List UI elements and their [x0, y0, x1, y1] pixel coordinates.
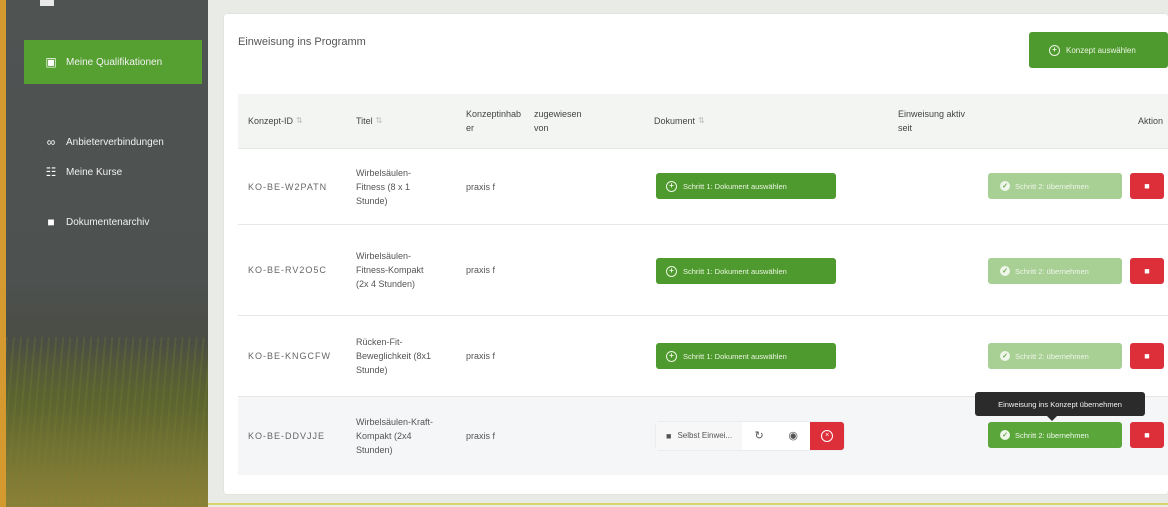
trash-icon: ■ — [1144, 351, 1150, 361]
main-card: Einweisung ins Programm + Konzept auswäh… — [224, 14, 1168, 494]
column-header-active-since[interactable]: Einweisung aktiv seit — [898, 94, 968, 148]
table-header: Konzept-ID ⇅ Titel ⇅ Konzeptinhab er zugew… — [238, 94, 1168, 148]
delete-button[interactable]: ■ — [1130, 173, 1164, 199]
certificate-icon: ▣ — [45, 55, 57, 69]
concept-owner: praxis f — [466, 351, 496, 361]
check-circle-icon: ✓ — [1000, 351, 1010, 361]
document-cell: + Schritt 1: Dokument auswählen — [656, 258, 836, 284]
check-circle-icon: ✓ — [1000, 430, 1010, 440]
select-document-button[interactable]: + Schritt 1: Dokument auswählen — [656, 343, 836, 369]
sidebar-item-label: Meine Kurse — [66, 166, 123, 178]
delete-button[interactable]: ■ — [1130, 258, 1164, 284]
close-circle-icon: × — [821, 430, 834, 442]
document-cell: + Schritt 1: Dokument auswählen — [656, 173, 836, 199]
concept-owner: praxis f — [466, 431, 496, 441]
document-controls: ■ Selbst Einwei... ↻ ◉ × — [656, 422, 845, 450]
select-concept-label: Konzept auswählen — [1066, 45, 1136, 55]
column-header-id[interactable]: Konzept-ID ⇅ — [248, 94, 303, 148]
trash-icon: ■ — [1144, 181, 1150, 191]
column-header-owner[interactable]: Konzeptinhab er — [466, 94, 522, 148]
delete-button[interactable]: ■ — [1130, 422, 1164, 448]
adopt-button[interactable]: ✓ Schritt 2: übernehmen — [988, 422, 1122, 448]
column-header-assigned[interactable]: zugewiesen von — [534, 94, 584, 148]
trash-icon: ■ — [1144, 430, 1150, 440]
concept-title: Rücken-Fit-Beweglichkeit (8x1 Stunde) — [356, 337, 432, 375]
concept-id: KO-BE-DDVJJE — [248, 431, 326, 441]
concept-owner: praxis f — [466, 265, 496, 275]
concept-id: KO-BE-RV2O5C — [248, 265, 327, 275]
sidebar-item-courses[interactable]: ☷ Meine Kurse — [24, 150, 202, 194]
sidebar-item-qualifications[interactable]: ▣ Meine Qualifikationen — [24, 40, 202, 84]
link-icon: ∞ — [46, 135, 56, 149]
sidebar-item-label: Anbieterverbindungen — [66, 136, 164, 148]
card-title: Einweisung ins Programm — [238, 36, 366, 48]
trash-icon: ■ — [1144, 266, 1150, 276]
concept-title: Wirbelsäulen-Kraft-Kompakt (2x4 Stunden) — [356, 417, 434, 455]
column-header-title[interactable]: Titel ⇅ — [356, 94, 382, 148]
document-file-name: Selbst Einwei... — [677, 431, 733, 440]
adopt-tooltip: Einweisung ins Konzept übernehmen — [975, 392, 1145, 421]
document-cell: + Schritt 1: Dokument auswählen — [656, 343, 836, 369]
document-file[interactable]: ■ Selbst Einwei... — [656, 422, 743, 450]
file-icon: ■ — [666, 431, 672, 441]
refresh-button[interactable]: ↻ — [742, 422, 777, 450]
refresh-icon: ↻ — [754, 430, 764, 442]
sidebar-item-label: Meine Qualifikationen — [66, 56, 163, 68]
concept-title: Wirbelsäulen-Fitness-Kompakt (2x 4 Stund… — [356, 251, 424, 289]
users-icon: ☷ — [45, 165, 57, 179]
sidebar-item-document-archive[interactable]: ■ Dokumentenarchiv — [24, 200, 202, 244]
select-document-button[interactable]: + Schritt 1: Dokument auswählen — [656, 173, 836, 199]
remove-document-button[interactable]: × — [810, 422, 845, 450]
actions-cell: ✓ Schritt 2: übernehmen ■ — [988, 422, 1164, 448]
sort-icon: ⇅ — [698, 116, 705, 125]
sort-icon: ⇅ — [375, 116, 383, 125]
select-document-button[interactable]: + Schritt 1: Dokument auswählen — [656, 258, 836, 284]
eye-icon: ◉ — [788, 430, 798, 442]
check-circle-icon: ✓ — [1000, 266, 1010, 276]
adopt-button[interactable]: ✓ Schritt 2: übernehmen — [988, 173, 1122, 199]
actions-cell: ✓ Schritt 2: übernehmen ■ — [988, 173, 1164, 199]
top-menu-icon[interactable] — [40, 0, 54, 6]
plus-circle-icon: + — [1049, 44, 1060, 56]
concept-id: KO-BE-KNGCFW — [248, 351, 331, 361]
actions-cell: ✓ Schritt 2: übernehmen ■ — [988, 343, 1164, 369]
sidebar: ▣ Meine Qualifikationen ∞ Anbieterverbin… — [0, 0, 208, 507]
plus-circle-icon: + — [666, 265, 677, 277]
bottom-accent-line — [208, 503, 1168, 505]
delete-button[interactable]: ■ — [1130, 343, 1164, 369]
column-header-document[interactable]: Dokument ⇅ — [654, 94, 705, 148]
concept-id: KO-BE-W2PATN — [248, 181, 328, 192]
background-image — [6, 337, 208, 507]
table-row: KO-BE-W2PATN Wirbelsäulen-Fitness (8 x 1… — [238, 149, 1168, 224]
sidebar-item-label: Dokumentenarchiv — [66, 216, 150, 228]
concept-owner: praxis f — [466, 181, 496, 192]
plus-circle-icon: + — [666, 350, 677, 362]
actions-cell: ✓ Schritt 2: übernehmen ■ — [988, 258, 1164, 284]
concept-title: Wirbelsäulen-Fitness (8 x 1 Stunde) — [356, 167, 412, 206]
check-circle-icon: ✓ — [1000, 181, 1010, 191]
view-button[interactable]: ◉ — [776, 422, 811, 450]
select-concept-button[interactable]: + Konzept auswählen — [1029, 32, 1168, 68]
table-row: KO-BE-RV2O5C Wirbelsäulen-Fitness-Kompak… — [238, 225, 1168, 315]
document-cell: ■ Selbst Einwei... ↻ ◉ × — [656, 422, 845, 450]
column-header-actions: Aktion — [1138, 116, 1164, 126]
folder-icon: ■ — [47, 215, 55, 229]
adopt-button[interactable]: ✓ Schritt 2: übernehmen — [988, 343, 1122, 369]
adopt-button[interactable]: ✓ Schritt 2: übernehmen — [988, 258, 1122, 284]
plus-circle-icon: + — [666, 180, 677, 192]
sort-icon: ⇅ — [296, 116, 303, 125]
table-row: KO-BE-KNGCFW Rücken-Fit-Beweglichkeit (8… — [238, 316, 1168, 396]
